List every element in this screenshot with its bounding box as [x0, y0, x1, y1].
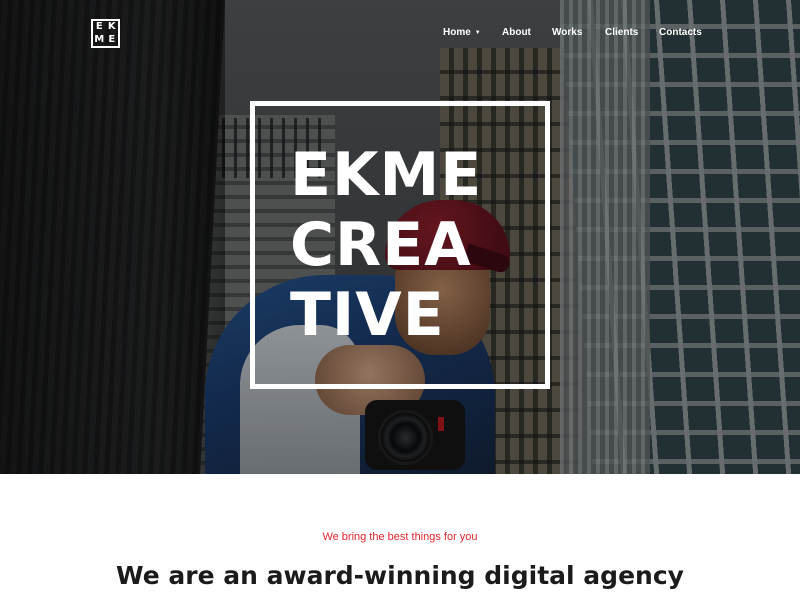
logo-letter: M [94, 33, 105, 45]
logo-letter: K [107, 21, 116, 33]
intro-headline: We are an award-winning digital agency [116, 561, 684, 590]
nav-item-label: Contacts [659, 27, 702, 38]
logo-letter: E [95, 21, 103, 33]
hero-title-line: CREA [290, 210, 472, 280]
nav-item-label: Clients [605, 27, 639, 38]
nav-item-label: Works [552, 27, 583, 38]
caret-down-icon: ▼ [474, 29, 481, 36]
nav-item-contacts[interactable]: Contacts [659, 27, 702, 38]
logo[interactable]: E K M E [91, 19, 120, 48]
nav-item-about[interactable]: About [502, 27, 531, 38]
nav-item-label: Home [443, 27, 471, 38]
nav-item-clients[interactable]: Clients [605, 27, 638, 38]
hero-title: EKME CREA TIVE [290, 140, 530, 350]
intro-tagline: We bring the best things for you [322, 531, 478, 543]
hero-title-line: TIVE [290, 280, 445, 350]
hero-title-line: EKME [290, 140, 483, 210]
logo-letter: E [108, 33, 116, 45]
hero-section: EKME CREA TIVE [0, 0, 800, 474]
nav-item-works[interactable]: Works [552, 27, 582, 38]
nav-item-home[interactable]: Home ▼ [443, 27, 481, 38]
nav-item-label: About [502, 27, 531, 38]
